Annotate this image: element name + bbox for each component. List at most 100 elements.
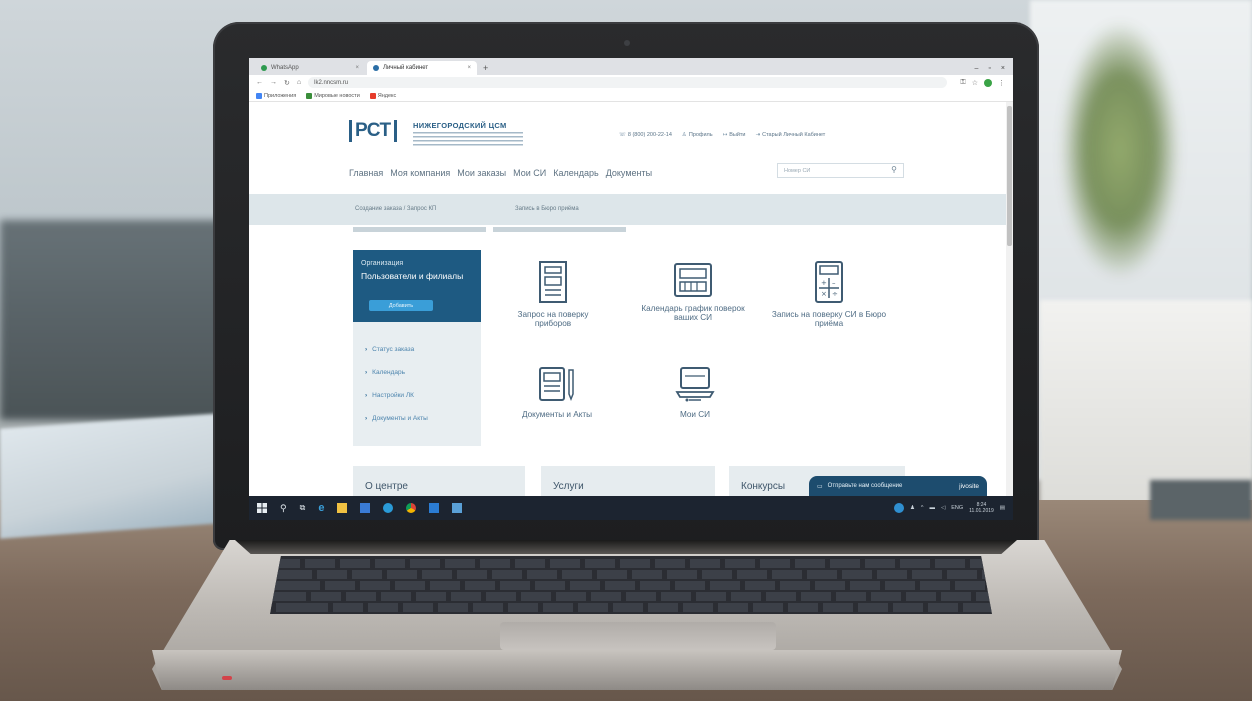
window-controls: – ▫ ×: [975, 61, 1013, 75]
site-logo[interactable]: РСТ: [349, 120, 397, 142]
nav-my-si[interactable]: Мои СИ: [513, 168, 546, 178]
profile-avatar-icon[interactable]: [984, 78, 992, 87]
bookmark-news[interactable]: Мировые новости: [306, 92, 360, 99]
menu-icon[interactable]: ⋮: [998, 79, 1005, 87]
bookmark-yandex[interactable]: Яндекс: [369, 92, 396, 99]
calendar-device-icon: [674, 263, 712, 297]
system-tray: ♟ ^ ▬ ◁ ENG 8:24 11.01.2019 ▤: [893, 502, 1013, 515]
notifications-icon[interactable]: ▤: [1000, 505, 1005, 511]
laptop-touchpad: [500, 622, 776, 650]
panel-link-settings[interactable]: › Настройки ЛК: [365, 384, 428, 407]
card-title: О центре: [365, 481, 408, 492]
main-nav: Главная Моя компания Мои заказы Мои СИ К…: [349, 168, 652, 178]
subnav-indicator: [493, 227, 626, 232]
tab-personal-cabinet[interactable]: Личный кабинет ×: [367, 61, 477, 75]
panel-link-calendar[interactable]: › Календарь: [365, 361, 428, 384]
logo-bar: [393, 120, 397, 142]
switch-icon: ⇥: [755, 132, 761, 138]
store-icon[interactable]: [360, 503, 371, 513]
new-tab-button[interactable]: +: [483, 61, 488, 75]
chat-icon: ▭: [817, 483, 823, 490]
nav-home[interactable]: Главная: [349, 168, 383, 178]
logo-bar: [349, 120, 352, 142]
document-pen-icon: [539, 367, 574, 402]
sub-nav: Создание заказа / Запрос КП Запись в Бюр…: [249, 194, 1013, 225]
nav-calendar[interactable]: Календарь: [553, 168, 598, 178]
nav-documents[interactable]: Документы: [606, 168, 652, 178]
outlook-icon[interactable]: [429, 503, 440, 513]
tile-documents-acts[interactable]: Документы и Акты: [509, 364, 605, 419]
reload-icon[interactable]: ↻: [284, 79, 290, 87]
bookmark-apps[interactable]: Приложения: [256, 92, 296, 99]
background-plant: [1060, 20, 1180, 280]
close-window-icon[interactable]: ×: [1001, 65, 1005, 72]
panel-link-documents[interactable]: › Документы и Акты: [365, 407, 428, 430]
bookmarks-bar: Приложения Мировые новости Яндекс: [249, 90, 1013, 102]
tile-my-si[interactable]: Мои СИ: [655, 364, 735, 419]
search-icon[interactable]: ⚲: [891, 165, 897, 174]
windows-start-icon[interactable]: [257, 503, 267, 513]
close-icon[interactable]: ×: [355, 65, 359, 71]
search-input[interactable]: Номер СИ ⚲: [777, 163, 904, 178]
whatsapp-icon: [261, 65, 267, 71]
back-icon[interactable]: ←: [256, 79, 263, 86]
logout-link[interactable]: ↦ Выйти: [723, 132, 746, 138]
panel-title: Пользователи и филиалы: [361, 271, 464, 281]
tray-app-icon[interactable]: [893, 503, 904, 513]
nav-my-orders[interactable]: Мои заказы: [457, 168, 506, 178]
tab-label: Личный кабинет: [383, 65, 429, 71]
photos-icon[interactable]: [452, 503, 463, 513]
file-explorer-icon[interactable]: [337, 503, 348, 513]
forward-icon[interactable]: →: [270, 79, 277, 86]
add-button[interactable]: Добавить: [369, 300, 433, 311]
search-placeholder: Номер СИ: [784, 167, 811, 174]
windows-taskbar: ⚲ ⧉ e ♟ ^ ▬ ◁ ENG 8:24 11.01.2019 ▤: [249, 496, 1013, 520]
maximize-icon[interactable]: ▫: [988, 65, 990, 72]
laptop-hinge: [235, 540, 1017, 554]
subnav-bureau-booking[interactable]: Запись в Бюро приёма: [515, 206, 579, 212]
network-icon[interactable]: ▬: [929, 505, 935, 511]
org-header: НИЖЕГОРОДСКИЙ ЦСМ: [413, 121, 523, 146]
scrollbar-thumb[interactable]: [1007, 106, 1012, 246]
yandex-icon: [369, 92, 376, 99]
subnav-create-order[interactable]: Создание заказа / Запрос КП: [355, 206, 436, 212]
address-bar[interactable]: lk2.nncsm.ru: [308, 77, 948, 88]
chat-brand: jivosite: [959, 482, 979, 490]
tile-label: Календарь график поверок ваших СИ: [641, 304, 745, 322]
user-icon: ♙: [681, 132, 687, 138]
task-view-icon[interactable]: ⧉: [300, 503, 306, 513]
volume-icon[interactable]: ◁: [941, 505, 945, 511]
document-form-icon: [539, 261, 567, 303]
user-tray-icon[interactable]: ♟: [910, 505, 915, 511]
star-icon[interactable]: ☆: [972, 79, 978, 87]
chevron-right-icon: ›: [365, 392, 368, 399]
subnav-indicator: [353, 227, 486, 232]
tile-verification-request[interactable]: Запрос на поверку приборов: [505, 260, 601, 328]
tile-label: Запись на поверку СИ в Бюро приёма: [771, 310, 887, 328]
profile-link[interactable]: ♙ Профиль: [682, 132, 713, 138]
minimize-icon[interactable]: –: [975, 65, 979, 72]
tile-bureau-booking[interactable]: + – × ÷ Запись на поверку СИ в Бюро приё…: [769, 260, 889, 328]
address-text: lk2.nncsm.ru: [314, 79, 349, 86]
chrome-icon[interactable]: [406, 503, 417, 513]
chevron-up-icon[interactable]: ^: [921, 505, 924, 511]
search-icon[interactable]: ⚲: [280, 503, 287, 514]
language-indicator[interactable]: ENG: [951, 505, 963, 511]
webcam: [624, 40, 630, 46]
website: РСТ НИЖЕГОРОДСКИЙ ЦСМ ☏ 8 (800) 200-22-14…: [249, 102, 1013, 506]
home-icon[interactable]: ⌂: [297, 79, 301, 86]
close-icon[interactable]: ×: [467, 65, 471, 71]
bookmark-label: Мировые новости: [314, 92, 360, 99]
news-icon: [306, 92, 313, 99]
old-cabinet-link[interactable]: ⇥ Старый Личный Кабинет: [756, 132, 826, 138]
edge-browser-icon[interactable]: e: [318, 502, 324, 514]
skype-icon[interactable]: [383, 503, 394, 513]
panel-link-order-status[interactable]: › Статус заказа: [365, 338, 428, 361]
chat-widget[interactable]: ▭ Отправьте нам сообщение jivosite: [809, 476, 987, 496]
phone-link[interactable]: ☏ 8 (800) 200-22-14: [619, 132, 672, 138]
tile-calendar-schedule[interactable]: Календарь график поверок ваших СИ: [641, 262, 745, 322]
clock[interactable]: 8:24 11.01.2019: [969, 502, 994, 515]
key-icon[interactable]: ⚿: [960, 79, 965, 87]
tab-whatsapp[interactable]: WhatsApp ×: [255, 61, 365, 75]
nav-my-company[interactable]: Моя компания: [390, 168, 450, 178]
